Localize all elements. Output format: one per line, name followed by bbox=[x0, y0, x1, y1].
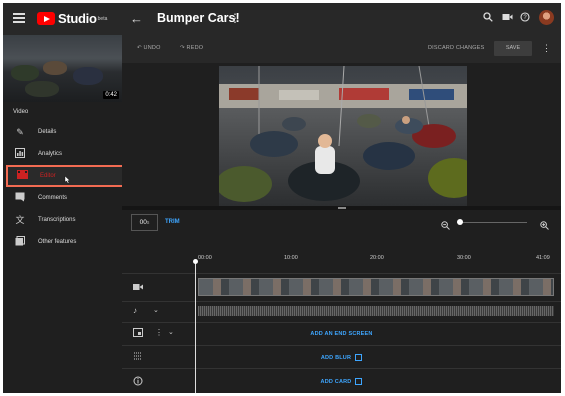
sidebar-item-transcriptions[interactable]: 文 Transcriptions bbox=[6, 209, 124, 231]
editor-icon bbox=[16, 170, 28, 182]
more-options-icon[interactable]: ⋮ bbox=[229, 11, 241, 25]
discard-changes-button[interactable]: DISCARD CHANGES bbox=[428, 45, 484, 51]
sidebar-item-label: Analytics bbox=[38, 151, 63, 157]
logo-text: Studio bbox=[58, 11, 97, 26]
card-row[interactable]: ADD CARD bbox=[122, 368, 561, 393]
sidebar-item-label: Editor bbox=[40, 173, 56, 179]
save-button[interactable]: SAVE bbox=[494, 41, 532, 56]
trim-button[interactable]: TRIM bbox=[165, 219, 180, 225]
studio-window: Studio beta ← Bumper Cars! ⋮ ? 0:42 Vide… bbox=[3, 3, 561, 393]
video-duration: 0:42 bbox=[103, 91, 119, 99]
timeline-ruler[interactable]: 00:00 10:00 20:00 30:00 41:09 bbox=[122, 243, 561, 273]
sidebar-item-analytics[interactable]: Analytics bbox=[6, 143, 124, 165]
sidebar-item-other-features[interactable]: Other features bbox=[6, 231, 124, 253]
sidebar-item-label: Comments bbox=[38, 195, 68, 201]
sidebar-item-label: Transcriptions bbox=[38, 217, 76, 223]
music-note-icon[interactable]: ♪ bbox=[133, 306, 137, 315]
editor-main: ↶ UNDO ↷ REDO DISCARD CHANGES SAVE ⋮ 00s… bbox=[122, 35, 561, 393]
ruler-tick: 10:00 bbox=[284, 255, 298, 261]
ruler-tick: 20:00 bbox=[370, 255, 384, 261]
logo-badge: beta bbox=[97, 15, 108, 22]
add-card-button[interactable]: ADD CARD bbox=[122, 378, 561, 385]
translate-icon: 文 bbox=[15, 215, 25, 225]
sidebar: 0:42 Video ✎ Details Analytics Editor Co… bbox=[3, 35, 124, 393]
analytics-icon bbox=[14, 148, 26, 160]
video-thumbnail[interactable]: 0:42 bbox=[3, 35, 122, 102]
video-track-strip[interactable] bbox=[198, 278, 554, 296]
blur-row[interactable]: ADD BLUR bbox=[122, 345, 561, 368]
video-preview[interactable] bbox=[219, 66, 467, 206]
sidebar-item-label: Other features bbox=[38, 239, 77, 245]
pencil-icon: ✎ bbox=[16, 127, 24, 137]
other-features-icon bbox=[14, 236, 26, 248]
help-icon[interactable]: ? bbox=[520, 12, 532, 24]
menu-icon[interactable] bbox=[13, 13, 25, 23]
sidebar-item-label: Details bbox=[38, 129, 57, 135]
zoom-in-icon[interactable] bbox=[540, 217, 549, 235]
time-input[interactable]: 00s bbox=[131, 214, 158, 231]
external-link-icon bbox=[355, 378, 363, 385]
drag-handle-icon[interactable] bbox=[338, 207, 346, 209]
end-screen-row[interactable]: ⋮ ⌄ ADD AN END SCREEN bbox=[122, 322, 561, 345]
ruler-tick: 00:00 bbox=[198, 255, 212, 261]
logo[interactable]: Studio beta bbox=[37, 11, 107, 26]
undo-button[interactable]: ↶ UNDO bbox=[137, 45, 161, 51]
section-label: Video bbox=[13, 109, 29, 115]
editor-toolbar: ↶ UNDO ↷ REDO DISCARD CHANGES SAVE ⋮ bbox=[122, 35, 561, 63]
avatar[interactable] bbox=[539, 10, 554, 25]
mouse-cursor-icon bbox=[63, 175, 71, 184]
chevron-down-icon[interactable]: ⌄ bbox=[153, 306, 159, 314]
external-link-icon bbox=[355, 354, 363, 361]
add-blur-button[interactable]: ADD BLUR bbox=[122, 354, 561, 361]
create-video-icon[interactable] bbox=[502, 12, 514, 24]
redo-button[interactable]: ↷ REDO bbox=[180, 45, 203, 51]
add-end-screen-button[interactable]: ADD AN END SCREEN bbox=[122, 331, 561, 337]
search-icon[interactable] bbox=[483, 12, 495, 24]
zoom-slider-track[interactable] bbox=[457, 222, 527, 223]
comments-icon bbox=[14, 192, 26, 204]
page-title: Bumper Cars! bbox=[157, 11, 240, 25]
audio-waveform[interactable] bbox=[198, 306, 554, 316]
zoom-out-icon[interactable] bbox=[441, 217, 450, 235]
playhead-handle[interactable] bbox=[193, 259, 198, 264]
zoom-slider-thumb[interactable] bbox=[457, 219, 463, 225]
sidebar-item-details[interactable]: ✎ Details bbox=[6, 121, 124, 143]
youtube-logo-icon bbox=[37, 12, 55, 25]
playhead[interactable] bbox=[195, 261, 196, 393]
ruler-tick: 30:00 bbox=[457, 255, 471, 261]
sidebar-item-editor[interactable]: Editor bbox=[6, 165, 124, 187]
ruler-tick: 41:09 bbox=[536, 255, 550, 261]
top-bar: Studio beta ← Bumper Cars! ⋮ ? bbox=[3, 3, 561, 35]
back-arrow-icon[interactable]: ← bbox=[130, 11, 143, 26]
more-options-icon[interactable]: ⋮ bbox=[542, 43, 551, 54]
video-track-icon bbox=[133, 283, 143, 293]
sidebar-item-comments[interactable]: Comments bbox=[6, 187, 124, 209]
